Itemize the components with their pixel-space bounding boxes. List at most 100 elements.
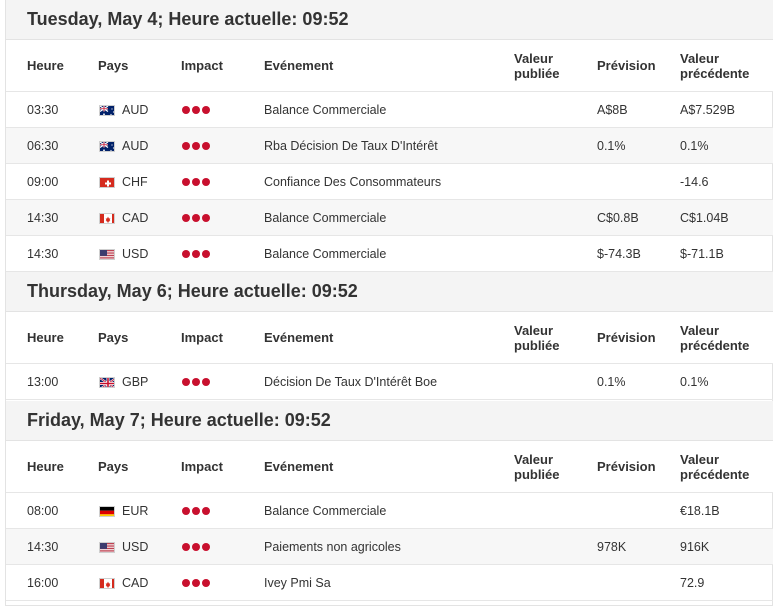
currency-code: AUD <box>122 139 149 153</box>
day-header: Thursday, May 6; Heure actuelle: 09:52 <box>6 272 773 312</box>
col-previous: Valeur précédente <box>680 51 750 81</box>
currency-code: CHF <box>122 175 148 189</box>
currency-code: USD <box>122 540 149 554</box>
impact-dot-icon <box>182 507 190 515</box>
gbp-flag-icon <box>99 377 115 388</box>
previous-value: A$7.529B <box>680 103 735 117</box>
previous-value: 916K <box>680 540 710 554</box>
forecast-value: 978K <box>597 540 627 554</box>
col-forecast: Prévision <box>597 58 656 73</box>
forecast-value: A$8B <box>597 103 628 117</box>
previous-value: 0.1% <box>680 375 709 389</box>
impact-indicator <box>182 106 212 114</box>
day-header: Tuesday, May 4; Heure actuelle: 09:52 <box>6 0 773 40</box>
impact-indicator <box>182 142 212 150</box>
impact-dot-icon <box>182 178 190 186</box>
col-actual: Valeur publiée <box>514 51 560 81</box>
table-row[interactable]: 14:30 CAD Balance Commerciale C$0.8B C$1.04B <box>6 200 773 236</box>
event-name[interactable]: Balance Commerciale <box>264 503 386 519</box>
impact-dot-icon <box>182 142 190 150</box>
impact-dot-icon <box>202 579 210 587</box>
col-country: Pays <box>98 58 129 73</box>
table-row[interactable]: 13:00 GBP Décision De Taux D'Intérêt Boe 0.… <box>6 364 773 400</box>
impact-dot-icon <box>202 106 210 114</box>
event-name[interactable]: Rba Décision De Taux D'Intérêt <box>264 138 438 154</box>
impact-dot-icon <box>192 579 200 587</box>
impact-indicator <box>182 507 212 515</box>
impact-dot-icon <box>202 214 210 222</box>
day-title: Tuesday, May 4; Heure actuelle: 09:52 <box>27 9 349 29</box>
impact-indicator <box>182 250 212 258</box>
impact-dot-icon <box>192 507 200 515</box>
impact-dot-icon <box>192 250 200 258</box>
impact-indicator <box>182 579 212 587</box>
aud-flag-icon <box>99 141 115 152</box>
col-previous: Valeur précédente <box>680 323 750 353</box>
currency-code: CAD <box>122 576 149 590</box>
event-name[interactable]: Confiance Des Consommateurs <box>264 174 441 190</box>
impact-dot-icon <box>202 543 210 551</box>
col-event: Evénement <box>264 58 334 73</box>
previous-value: -14.6 <box>680 175 709 189</box>
event-name[interactable]: Balance Commerciale <box>264 102 386 118</box>
impact-dot-icon <box>192 142 200 150</box>
currency-code: GBP <box>122 375 149 389</box>
table-row[interactable]: 16:00 CAD Ivey Pmi Sa 72.9 <box>6 565 773 601</box>
col-forecast: Prévision <box>597 330 656 345</box>
table-row[interactable]: 08:00 EUR Balance Commerciale €18.1B <box>6 493 773 529</box>
col-time: Heure <box>27 58 64 73</box>
table-row[interactable]: 03:30 AUD Balance Commerciale A$8B A$7.529B <box>6 92 773 128</box>
impact-dot-icon <box>202 142 210 150</box>
table-row[interactable]: 14:30 USD Paiements non agricoles 978K 916K <box>6 529 773 565</box>
column-header-row: Heure Pays Impact Evénement Valeur publié… <box>6 441 773 493</box>
event-name[interactable]: Balance Commerciale <box>264 246 386 262</box>
currency-code: EUR <box>122 504 149 518</box>
impact-dot-icon <box>192 178 200 186</box>
event-name[interactable]: Balance Commerciale <box>264 210 386 226</box>
col-actual: Valeur publiée <box>514 452 560 482</box>
usd-flag-icon <box>99 542 115 553</box>
event-time: 08:00 <box>27 504 59 518</box>
impact-indicator <box>182 178 212 186</box>
col-time: Heure <box>27 459 64 474</box>
table-row[interactable]: 14:30 USD Balance Commerciale $-74.3B $-71.1… <box>6 236 773 272</box>
day-title: Thursday, May 6; Heure actuelle: 09:52 <box>27 281 358 301</box>
impact-dot-icon <box>202 178 210 186</box>
col-country: Pays <box>98 330 129 345</box>
col-previous: Valeur précédente <box>680 452 750 482</box>
forecast-value: 0.1% <box>597 139 626 153</box>
impact-indicator <box>182 214 212 222</box>
event-time: 16:00 <box>27 576 59 590</box>
column-header-row: Heure Pays Impact Evénement Valeur publié… <box>6 40 773 92</box>
impact-dot-icon <box>192 543 200 551</box>
event-name[interactable]: Décision De Taux D'Intérêt Boe <box>264 374 437 390</box>
impact-dot-icon <box>202 250 210 258</box>
col-time: Heure <box>27 330 64 345</box>
table-row[interactable]: 06:30 AUD Rba Décision De Taux D'Intérêt 0.… <box>6 128 773 164</box>
eur-flag-icon <box>99 506 115 517</box>
column-header-row: Heure Pays Impact Evénement Valeur publié… <box>6 312 773 364</box>
event-time: 03:30 <box>27 103 59 117</box>
impact-dot-icon <box>202 507 210 515</box>
impact-dot-icon <box>182 579 190 587</box>
cad-flag-icon <box>99 213 115 224</box>
day-title: Friday, May 7; Heure actuelle: 09:52 <box>27 410 331 430</box>
impact-dot-icon <box>202 378 210 386</box>
impact-dot-icon <box>182 214 190 222</box>
impact-indicator <box>182 378 212 386</box>
previous-value: $-71.1B <box>680 247 724 261</box>
event-time: 14:30 <box>27 540 59 554</box>
impact-indicator <box>182 543 212 551</box>
impact-dot-icon <box>182 106 190 114</box>
table-row[interactable]: 09:00 CHF Confiance Des Consommateurs -14.6 <box>6 164 773 200</box>
col-impact: Impact <box>181 459 223 474</box>
event-time: 13:00 <box>27 375 59 389</box>
impact-dot-icon <box>192 378 200 386</box>
event-name[interactable]: Paiements non agricoles <box>264 539 401 555</box>
chf-flag-icon <box>99 177 115 188</box>
forecast-value: C$0.8B <box>597 211 639 225</box>
event-name[interactable]: Ivey Pmi Sa <box>264 575 331 591</box>
forecast-value: $-74.3B <box>597 247 641 261</box>
previous-value: €18.1B <box>680 504 720 518</box>
day-header: Friday, May 7; Heure actuelle: 09:52 <box>6 401 773 441</box>
